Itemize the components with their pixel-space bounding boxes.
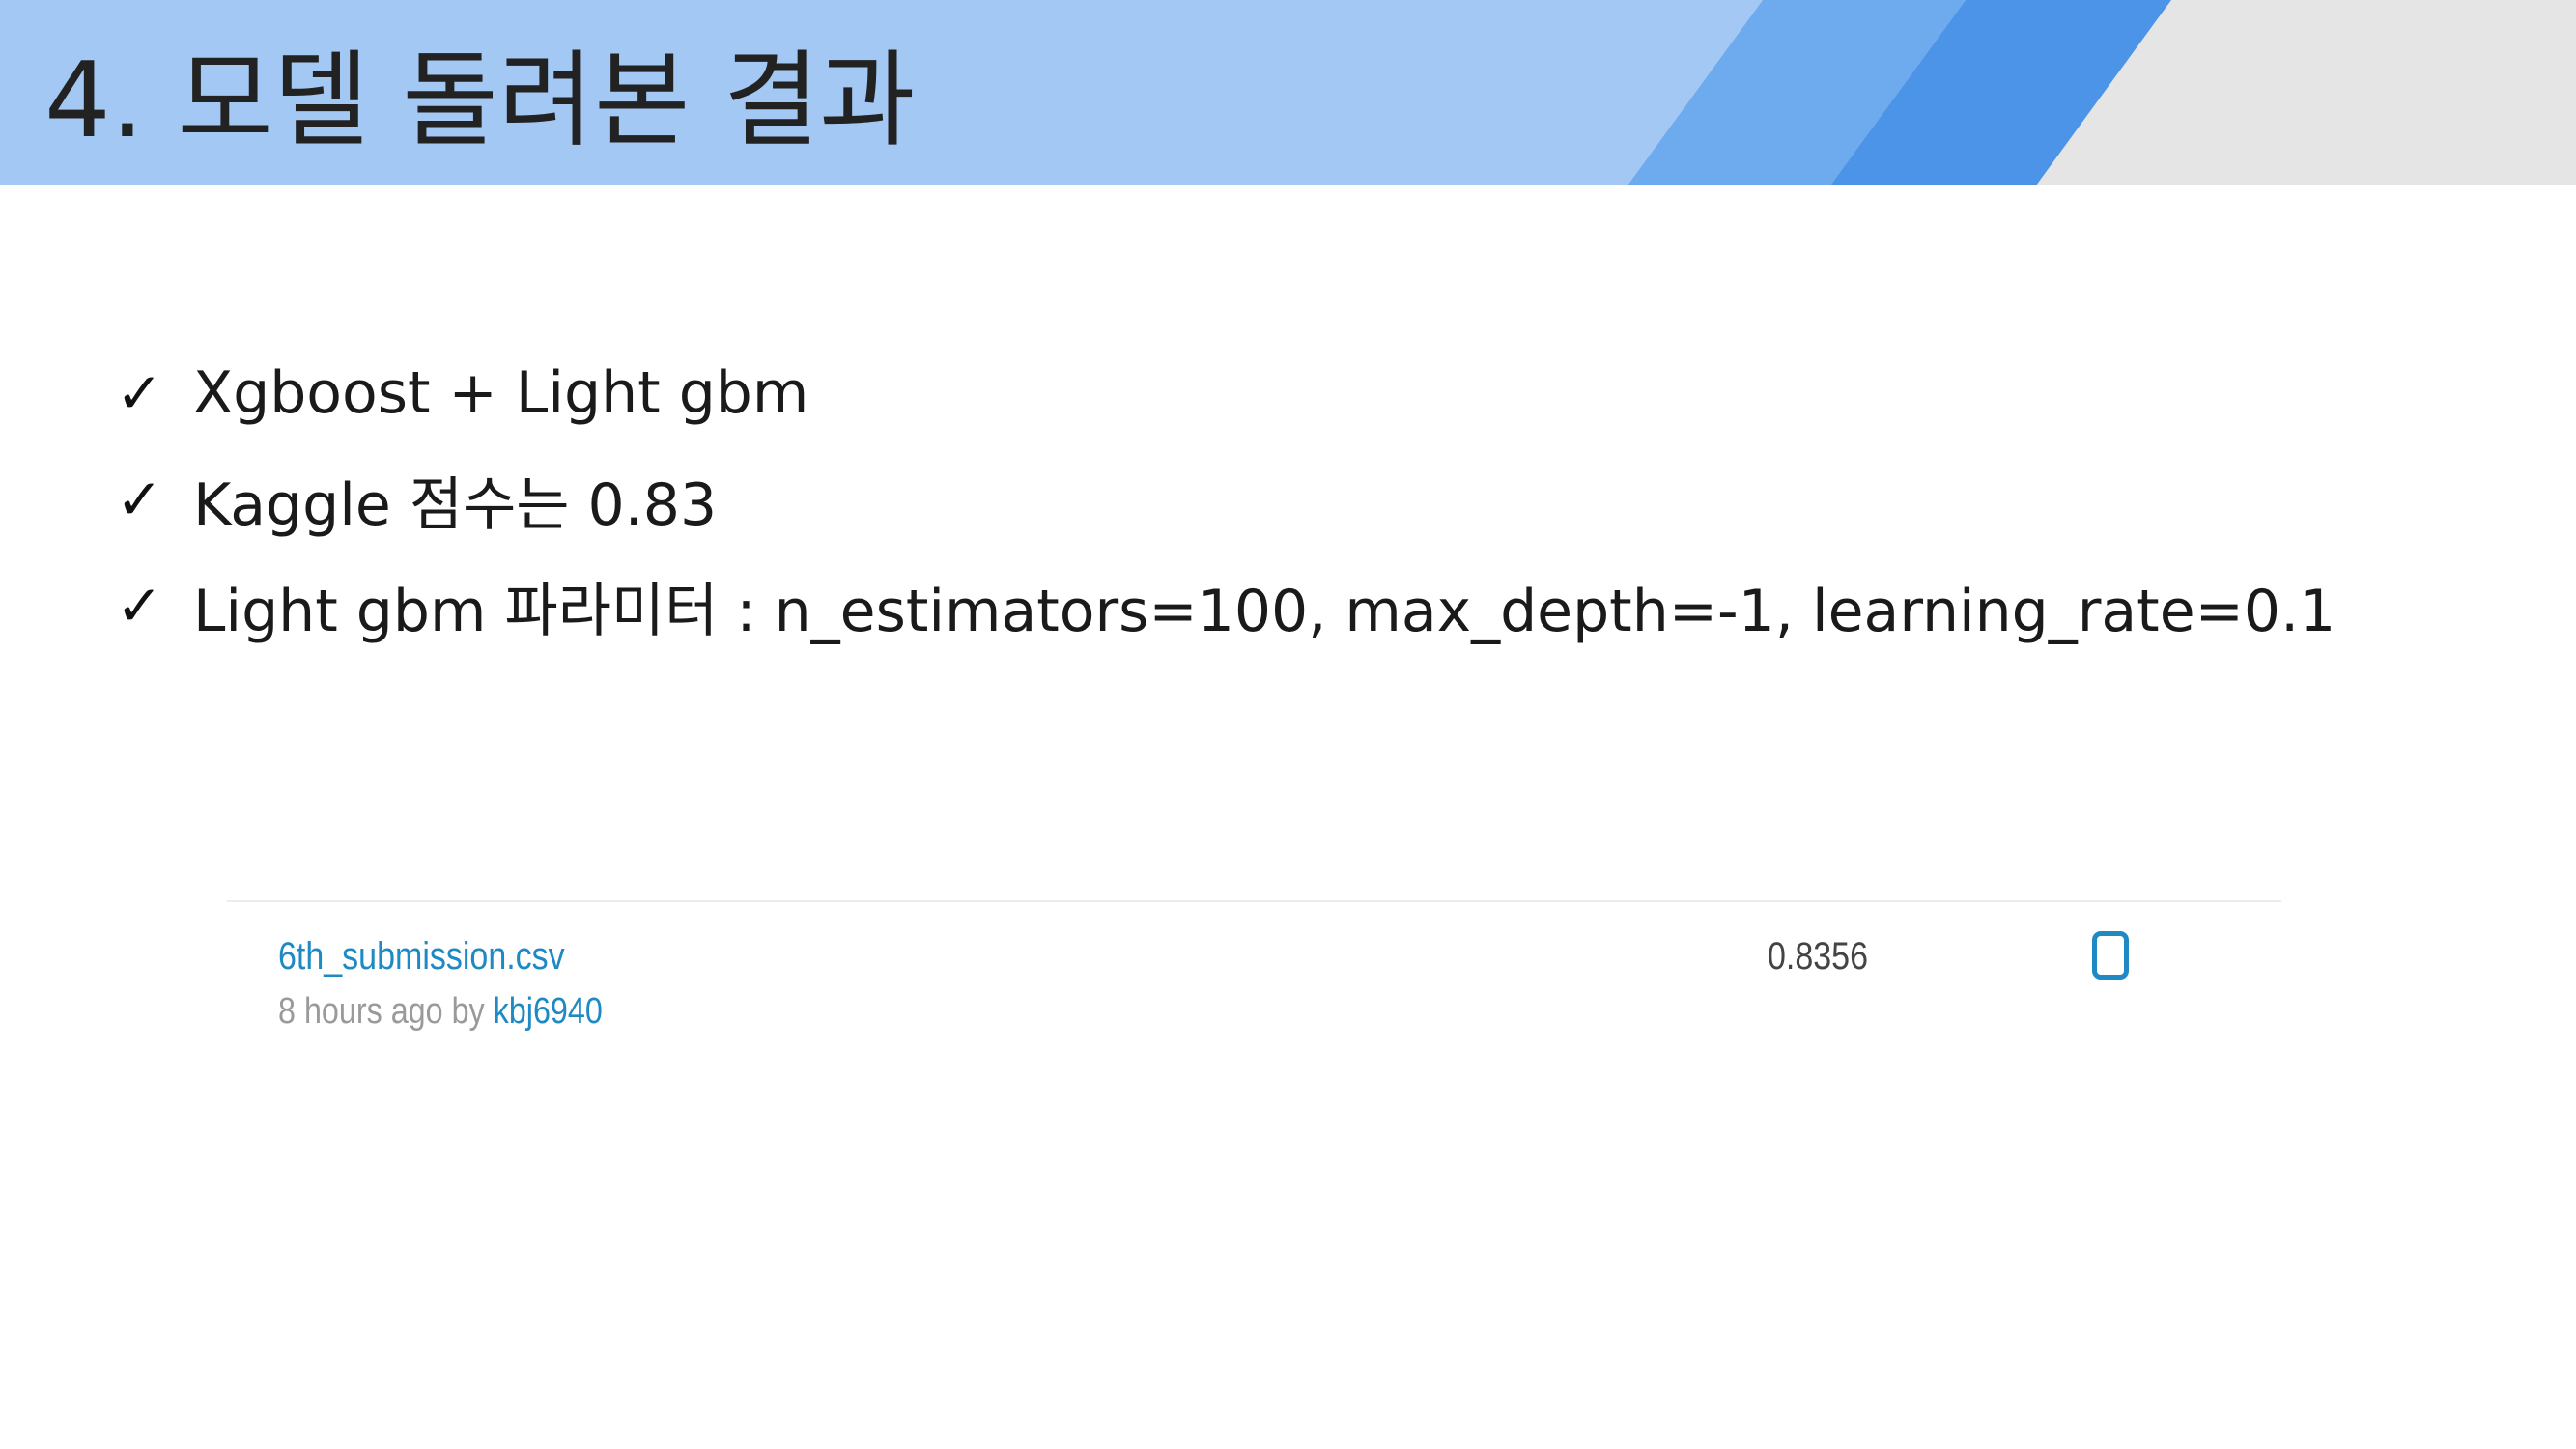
bullet-list: ✓ Xgboost + Light gbm ✓ Kaggle 점수는 0.83 … [116,340,2335,659]
submission-user-link[interactable]: kbj6940 [494,991,603,1032]
bullet-text: Xgboost + Light gbm [193,359,809,427]
submission-file-link[interactable]: 6th_submission.csv [278,935,565,979]
bullet-text: Kaggle 점수는 0.83 [193,470,718,539]
submission-row: 6th_submission.csv 8 hours ago by kbj694… [227,900,2281,1047]
page-title: 4. 모델 돌려본 결과 [44,41,916,161]
check-icon: ✓ [116,573,163,639]
submission-time: 8 hours ago by [278,991,494,1032]
bullet-item: ✓ Kaggle 점수는 0.83 [116,446,2335,553]
bullet-text: Light gbm 파라미터 : n_estimators=100, max_d… [193,577,2336,645]
bullet-item: ✓ Light gbm 파라미터 : n_estimators=100, max… [116,553,2335,659]
title-bar: 4. 모델 돌려본 결과 [0,0,2576,185]
submission-meta: 8 hours ago by kbj6940 [278,991,603,1033]
submission-score: 0.8356 [1768,935,1868,978]
check-icon: ✓ [116,467,163,532]
bullet-item: ✓ Xgboost + Light gbm [116,340,2335,446]
check-icon: ✓ [116,360,163,426]
select-submission-checkbox[interactable] [2092,931,2129,980]
